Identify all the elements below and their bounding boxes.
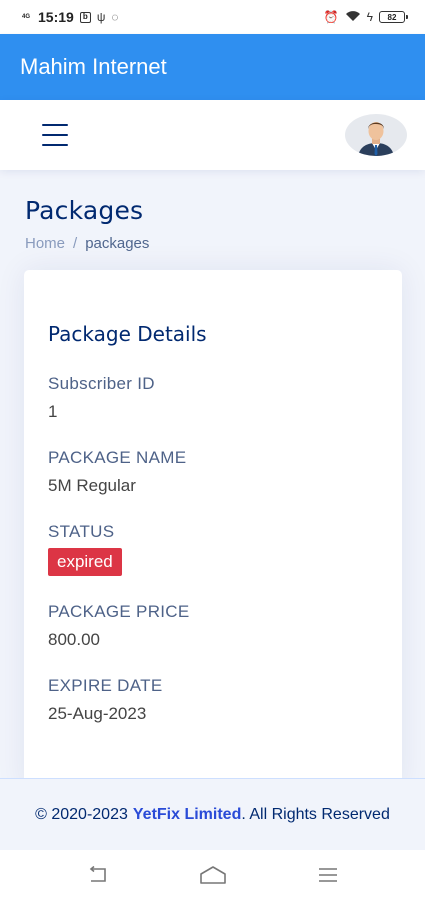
- field-value: 800.00: [48, 630, 100, 649]
- field-package-price: PACKAGE PRICE 800.00: [48, 602, 378, 650]
- page-title-block: Packages Home / packages: [25, 196, 149, 252]
- user-avatar-icon: [358, 122, 394, 156]
- field-package-name: PACKAGE NAME 5M Regular: [48, 448, 378, 496]
- breadcrumb-current: packages: [85, 235, 150, 252]
- field-expire-date: EXPIRE DATE 25-Aug-2023: [48, 676, 378, 724]
- app-title: Mahim Internet: [20, 54, 167, 79]
- footer-rights: . All Rights Reserved: [241, 805, 390, 823]
- whatsapp-icon: ◌: [111, 10, 119, 24]
- top-nav: [0, 100, 425, 170]
- back-icon: [89, 866, 106, 882]
- field-subscriber-id: Subscriber ID 1: [48, 374, 378, 422]
- field-label: PACKAGE PRICE: [48, 602, 190, 621]
- field-label: Subscriber ID: [48, 374, 155, 393]
- package-details-card: Package Details Subscriber ID 1 PACKAGE …: [24, 270, 402, 790]
- field-value: 25-Aug-2023: [48, 704, 147, 723]
- breadcrumb-home[interactable]: Home: [25, 235, 65, 252]
- battery-icon: 82: [379, 11, 408, 23]
- footer-brand-link[interactable]: YetFix Limited: [133, 806, 241, 824]
- footer-copyright: © 2020-2023: [35, 805, 128, 823]
- field-label: EXPIRE DATE: [48, 676, 163, 695]
- home-icon: [199, 866, 226, 884]
- breadcrumb: Home / packages: [25, 235, 149, 252]
- battery-level: 82: [387, 12, 397, 22]
- page-title: Packages: [25, 196, 144, 225]
- charging-icon: ϟ: [366, 10, 373, 24]
- network-icon: 4G: [22, 14, 31, 20]
- usb-icon: ψ: [96, 10, 106, 24]
- app-bar: Mahim Internet: [0, 34, 425, 100]
- field-value: 5M Regular: [48, 476, 136, 495]
- menu-icon[interactable]: [42, 124, 68, 146]
- field-value: 1: [48, 402, 58, 421]
- footer: © 2020-2023 YetFix Limited. All Rights R…: [0, 778, 425, 850]
- wifi-icon: [345, 10, 361, 25]
- menu-button[interactable]: [308, 855, 348, 895]
- status-badge: expired: [48, 548, 122, 576]
- notification-icon: b: [79, 11, 91, 23]
- breadcrumb-separator: /: [73, 235, 78, 252]
- avatar[interactable]: [345, 114, 407, 156]
- alarm-icon: ⏰: [323, 10, 339, 24]
- field-label: STATUS: [48, 522, 115, 541]
- system-nav-bar: [0, 850, 425, 900]
- card-title: Package Details: [48, 322, 207, 346]
- back-button[interactable]: [78, 855, 118, 895]
- home-button[interactable]: [193, 855, 233, 895]
- status-bar: 4G 15:19 b ψ ◌ ⏰ ϟ 82: [0, 0, 425, 34]
- field-label: PACKAGE NAME: [48, 448, 187, 467]
- field-status: STATUS expired: [48, 522, 378, 576]
- status-time: 15:19: [38, 9, 74, 25]
- recent-apps-icon: [318, 868, 337, 882]
